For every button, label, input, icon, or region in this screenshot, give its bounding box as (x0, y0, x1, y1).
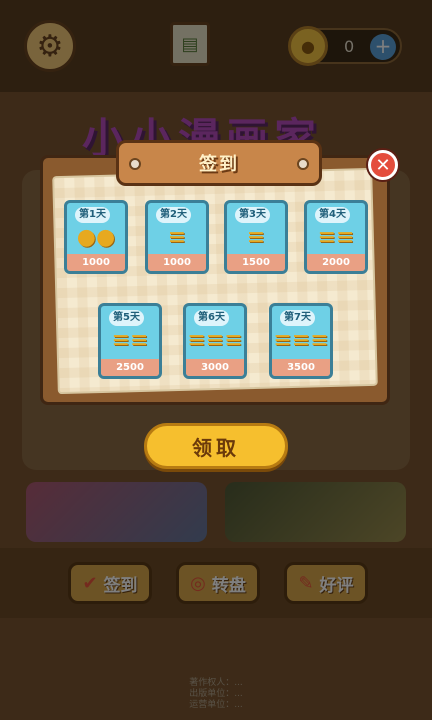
day-amount: 2000 (307, 254, 365, 271)
day-amount: 1000 (148, 254, 206, 271)
day-card-3[interactable]: 第3天 ≡ 1500 (224, 200, 288, 274)
coin-stack-icon: ≡≡ (317, 225, 355, 250)
day-card-1[interactable]: 第1天 ●● 1000 (64, 200, 128, 274)
day-card-6[interactable]: 第6天 ≡≡≡ 3000 (183, 303, 247, 379)
day-card-7[interactable]: 第7天 ≡≡≡ 3500 (269, 303, 333, 379)
nail-icon (129, 158, 141, 170)
day-card-2[interactable]: 第2天 ≡ 1000 (145, 200, 209, 274)
day-amount: 1000 (67, 254, 125, 271)
day-tag: 第4天 (315, 207, 350, 223)
day-tag: 第7天 (280, 310, 315, 326)
day-card-4[interactable]: 第4天 ≡≡ 2000 (304, 200, 368, 274)
coin-stack-icon: ≡≡ (111, 328, 149, 353)
coin-stack-icon: ≡ (246, 225, 266, 250)
day-tag: 第1天 (75, 207, 110, 223)
day-tag: 第2天 (156, 207, 191, 223)
day-amount: 3000 (186, 359, 244, 376)
day-amount: 3500 (272, 359, 330, 376)
day-tag: 第5天 (109, 310, 144, 326)
day-tag: 第3天 (235, 207, 270, 223)
claim-button[interactable]: 领取 (144, 423, 288, 469)
day-amount: 2500 (101, 359, 159, 376)
close-button[interactable]: ✕ (368, 150, 398, 180)
nail-icon (297, 158, 309, 170)
coin-stack-icon: ≡≡≡ (187, 328, 243, 353)
day-tag: 第6天 (194, 310, 229, 326)
dialog-title-plank: 签到 (116, 140, 322, 186)
coins-icon: ●● (76, 225, 116, 250)
dialog-title: 签到 (199, 154, 239, 175)
day-card-5[interactable]: 第5天 ≡≡ 2500 (98, 303, 162, 379)
coin-stack-icon: ≡ (167, 225, 187, 250)
day-amount: 1500 (227, 254, 285, 271)
coin-stack-icon: ≡≡≡ (273, 328, 329, 353)
